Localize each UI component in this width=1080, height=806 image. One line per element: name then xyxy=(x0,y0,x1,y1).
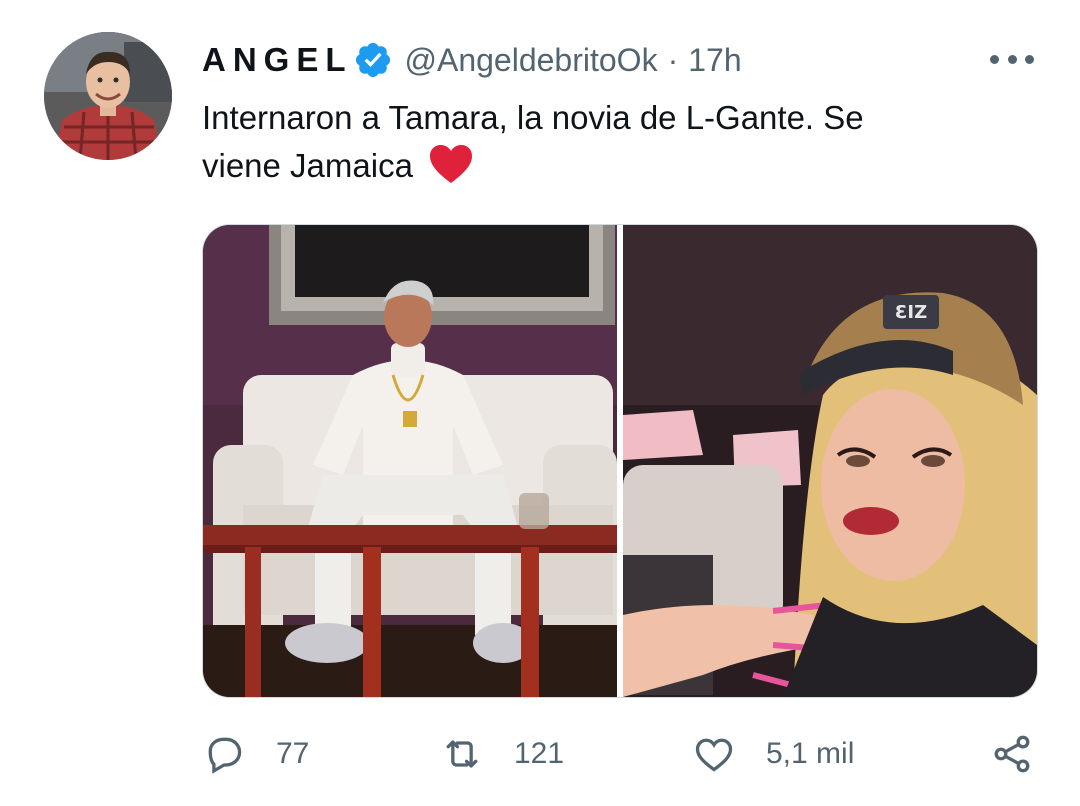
cap-logo-text: ƐIZ xyxy=(895,302,927,323)
share-button[interactable] xyxy=(990,726,1034,782)
retweet-icon xyxy=(446,740,478,768)
tweet[interactable]: ANGEL @AngeldebritoOk · 17h Internaron a… xyxy=(0,0,1080,806)
author-handle[interactable]: @AngeldebritoOk xyxy=(405,42,658,79)
media-photo-1[interactable] xyxy=(203,225,617,697)
more-options-icon[interactable] xyxy=(990,44,1034,74)
share-icon xyxy=(994,735,1030,773)
separator-dot: · xyxy=(667,41,679,78)
tweet-text: Internaron a Tamara, la novia de L-Gante… xyxy=(202,94,1002,190)
reply-button[interactable]: 77 xyxy=(202,726,309,782)
media-photo-2[interactable]: ƐIZ xyxy=(623,225,1037,697)
reply-count: 77 xyxy=(276,737,310,770)
photo-man-on-couch-image xyxy=(203,225,617,697)
like-count: 5,1 mil xyxy=(766,737,855,770)
tweet-header: ANGEL @AngeldebritoOk · 17h xyxy=(202,38,742,82)
tweet-timestamp[interactable]: 17h xyxy=(688,42,741,79)
red-heart-emoji-icon xyxy=(430,145,473,183)
heart-icon xyxy=(695,738,733,772)
tweet-media-grid[interactable]: ƐIZ xyxy=(202,224,1038,698)
tweet-text-line: viene Jamaica xyxy=(202,147,413,184)
tweet-text-line-2: viene Jamaica xyxy=(202,142,1002,190)
more-dot xyxy=(990,54,999,64)
photo-woman-selfie-image: ƐIZ xyxy=(623,225,1037,697)
more-dot xyxy=(1007,54,1017,64)
avatar-photo xyxy=(44,32,172,160)
more-dot xyxy=(1025,54,1034,64)
retweet-button[interactable]: 121 xyxy=(440,726,564,782)
reply-icon xyxy=(208,737,242,774)
tweet-text-line: Internaron a Tamara, la novia de L-Gante… xyxy=(202,99,864,136)
avatar[interactable] xyxy=(44,32,172,160)
retweet-count: 121 xyxy=(514,737,565,770)
tweet-actions-bar: 77 121 5,1 mil xyxy=(202,726,1042,782)
author-name[interactable]: ANGEL xyxy=(202,41,353,79)
like-button[interactable]: 5,1 mil xyxy=(692,726,854,782)
verified-badge-icon xyxy=(355,42,390,78)
